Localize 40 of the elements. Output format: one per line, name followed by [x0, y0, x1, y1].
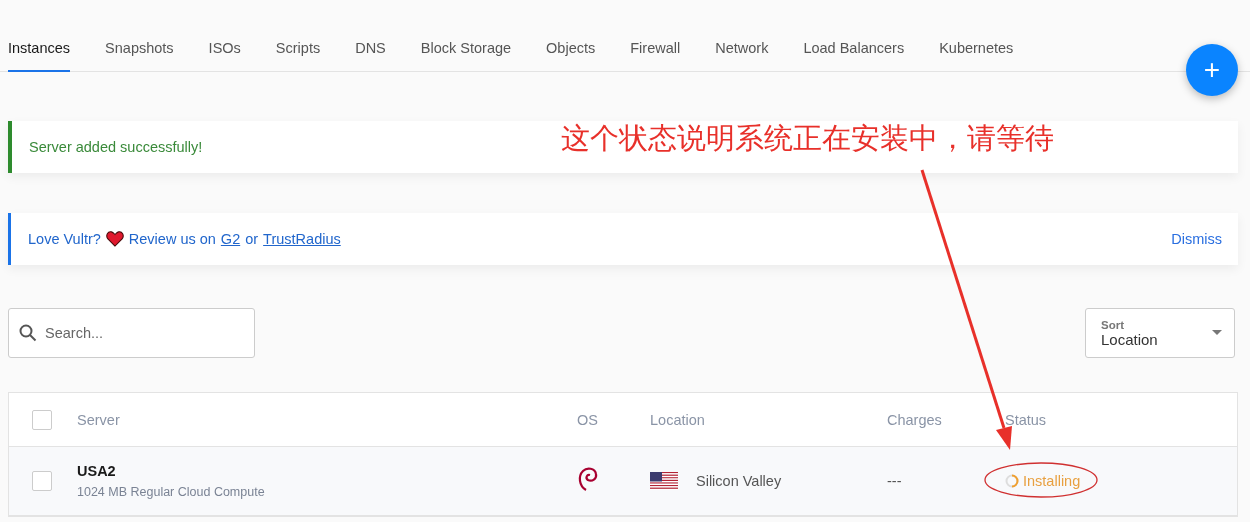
- tab[interactable]: Instances: [8, 0, 71, 72]
- charges-text: ---: [887, 473, 903, 489]
- notice-text: Server added successfully!: [29, 139, 203, 155]
- tab[interactable]: Scripts: [275, 0, 321, 72]
- review-link[interactable]: TrustRadius: [263, 231, 341, 247]
- checkbox[interactable]: [32, 409, 52, 430]
- tab[interactable]: Snapshots: [105, 0, 174, 72]
- sort-dropdown[interactable]: Sort Location: [1085, 308, 1235, 358]
- tab[interactable]: Firewall: [630, 0, 681, 72]
- notice-text: Review us on: [128, 231, 216, 247]
- column-header: OS: [577, 411, 599, 428]
- column-header: Location: [650, 411, 706, 428]
- tab[interactable]: Kubernetes: [939, 0, 1014, 72]
- tab[interactable]: Network: [715, 0, 769, 72]
- server-plan: 1024 MB Regular Cloud Compute: [77, 485, 266, 499]
- tab[interactable]: Block Storage: [420, 0, 512, 72]
- status-text: Installing: [1023, 473, 1081, 489]
- review-link[interactable]: G2: [220, 231, 241, 247]
- annotation-text: 这个状态说明系统正在安装中，请等待: [561, 121, 1054, 157]
- location-text: Silicon Valley: [696, 473, 782, 489]
- search-icon: [19, 324, 37, 342]
- column-header: Charges: [887, 411, 943, 428]
- heart-icon: [105, 231, 124, 247]
- tab[interactable]: ISOs: [208, 0, 241, 72]
- add-button[interactable]: +: [1186, 44, 1238, 96]
- notice-text: or: [245, 231, 259, 247]
- flag-icon: [650, 472, 678, 490]
- tab[interactable]: DNS: [355, 0, 386, 72]
- checkbox[interactable]: [32, 471, 52, 491]
- notice-text: Love Vultr?: [28, 231, 101, 247]
- tab[interactable]: Objects: [546, 0, 596, 72]
- spinner-icon: [1005, 474, 1019, 488]
- column-header: Status: [1005, 411, 1048, 428]
- column-header: Server: [77, 411, 121, 428]
- dismiss-button[interactable]: Dismiss: [1171, 231, 1222, 247]
- caret-icon: [1212, 330, 1222, 336]
- server-name[interactable]: USA2: [77, 463, 577, 479]
- tab[interactable]: Load Balancers: [803, 0, 905, 72]
- search-field[interactable]: Search...: [8, 308, 255, 358]
- swirl-icon: [577, 466, 599, 492]
